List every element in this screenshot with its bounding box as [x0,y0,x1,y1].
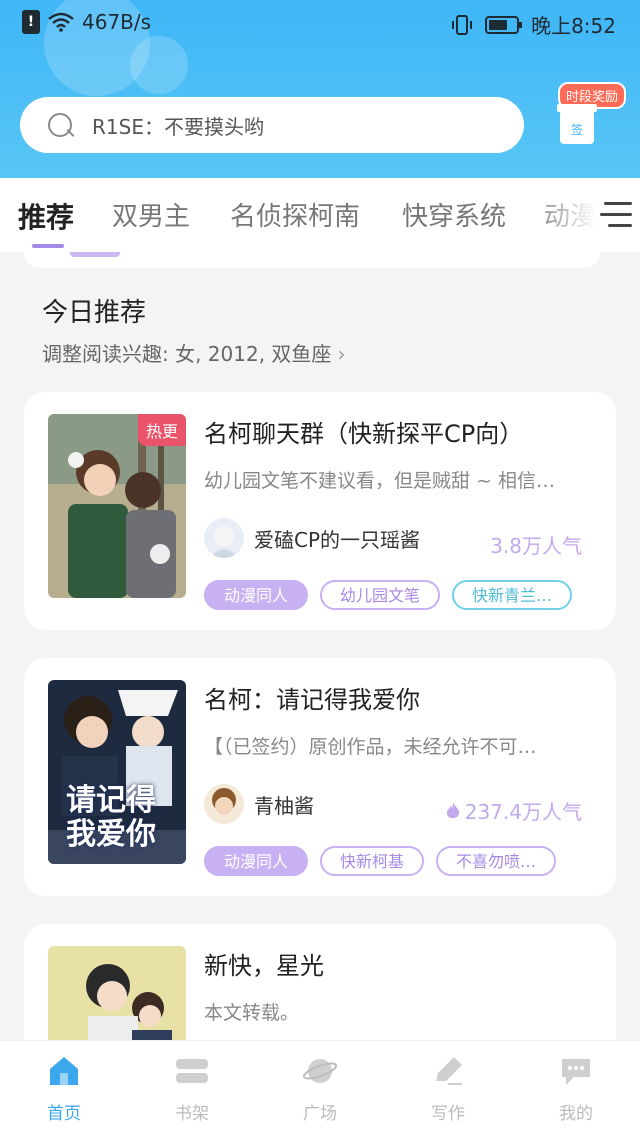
book-card[interactable]: 热更 名柯聊天群（快新探平CP向） 幼儿园文笔不建议看，但是贼甜 ~ 相信… 爱… [24,392,616,630]
nav-plaza[interactable]: 广场 [280,1055,360,1124]
bookshelf-icon [174,1055,210,1087]
author-name: 青柚酱 [254,793,314,818]
tab-quick-travel[interactable]: 快穿系统 [402,196,506,233]
nav-label: 广场 [303,1104,337,1124]
nav-mine[interactable]: 我的 [536,1055,616,1124]
menu-icon[interactable] [600,202,632,230]
book-description: 本文转载。 [204,1002,300,1024]
book-cover[interactable]: 请记得我爱你 [48,680,186,864]
tag[interactable]: 快新柯基 [320,846,425,876]
pen-icon [430,1055,466,1087]
bottom-nav: 首页 书架 广场 写作 我的 [0,1040,640,1138]
status-bar: ! 467B/s 晚上8:52 [0,0,640,46]
section-title: 今日推荐 [42,298,147,328]
author[interactable]: 爱磕CP的一只瑶酱 [204,518,420,558]
nav-label: 首页 [47,1104,81,1124]
book-title: 新快，星光 [204,952,324,980]
tab-recommend[interactable]: 推荐 [18,196,74,236]
book-cover[interactable]: 热更 [48,414,186,598]
planet-icon [302,1055,338,1087]
search-icon [46,111,74,139]
nav-home[interactable]: 首页 [24,1055,104,1124]
tag-list: 动漫同人 快新柯基 不喜勿喷… [204,846,557,876]
nav-label: 书架 [175,1104,209,1124]
nav-label: 我的 [559,1104,593,1124]
tag[interactable]: 快新青兰… [452,580,573,610]
tab-underline [32,244,64,248]
chevron-right-icon: › [337,342,346,366]
clock: 晚上8:52 [531,14,616,38]
tag-list: 动漫同人 幼儿园文笔 快新青兰… [204,580,573,610]
tag[interactable]: 幼儿园文笔 [320,580,441,610]
previous-card-pill [70,252,120,257]
home-icon [46,1055,82,1087]
popularity-value: 237.4万人气 [464,800,582,824]
nav-label: 写作 [431,1104,465,1124]
popularity: 237.4万人气 [445,796,582,825]
sim-icon: ! [22,10,40,34]
interest-settings-text: 调整阅读兴趣: 女, 2012, 双鱼座 [42,342,332,366]
reward-button[interactable]: 时段奖励 签 [557,82,628,152]
tag[interactable]: 不喜勿喷… [436,846,557,876]
avatar [204,518,244,558]
tab-double-male[interactable]: 双男主 [112,196,190,233]
tab-detective-conan[interactable]: 名侦探柯南 [230,196,360,233]
battery-icon [485,15,523,34]
interest-settings-link[interactable]: 调整阅读兴趣: 女, 2012, 双鱼座 › [42,338,345,367]
hot-badge: 热更 [137,414,186,446]
author[interactable]: 青柚酱 [204,784,314,824]
gift-icon: 签 [557,104,597,144]
search-placeholder: R1SE：不要摸头哟 [92,114,264,139]
header: ! 467B/s 晚上8:52 R1SE：不要摸头哟 时段奖励 签 [0,0,640,178]
chat-bubble-icon [558,1055,594,1087]
nav-bookshelf[interactable]: 书架 [152,1055,232,1124]
book-description: 【（已签约）原创作品，未经允许不可… [204,736,537,758]
tag[interactable]: 动漫同人 [204,846,309,876]
tag[interactable]: 动漫同人 [204,580,309,610]
fire-icon [445,801,461,821]
category-tabs: 推荐 双男主 名侦探柯南 快穿系统 动漫 [0,178,640,252]
book-title: 名柯聊天群（快新探平CP向） [204,420,524,448]
popularity: 3.8万人气 [490,534,582,558]
book-title: 名柯：请记得我爱你 [204,686,420,714]
search-bar[interactable]: R1SE：不要摸头哟 [20,97,524,153]
cover-title-text: 请记得我爱你 [66,783,156,852]
author-name: 爱磕CP的一只瑶酱 [254,527,421,552]
nav-write[interactable]: 写作 [408,1055,488,1124]
book-description: 幼儿园文笔不建议看，但是贼甜 ~ 相信… [204,470,555,492]
vibrate-icon [452,14,473,35]
battery-level [489,19,508,30]
network-speed: 467B/s [82,10,152,34]
avatar [204,784,244,824]
wifi-icon [48,12,74,32]
book-card[interactable]: 请记得我爱你 名柯：请记得我爱你 【（已签约）原创作品，未经允许不可… 青柚酱 … [24,658,616,896]
